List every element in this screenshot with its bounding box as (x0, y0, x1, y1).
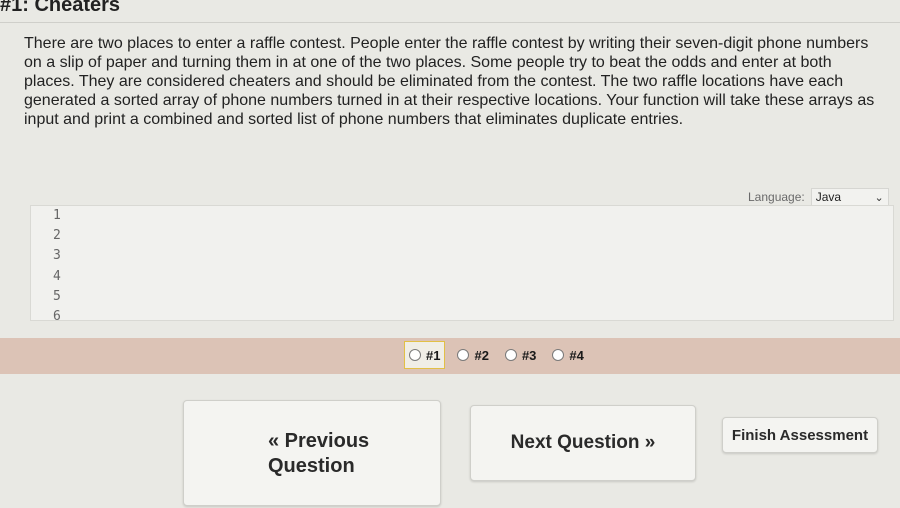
chevron-down-icon: ⌄ (874, 191, 884, 204)
line-number: 2 (53, 228, 61, 244)
radio-icon (409, 349, 421, 361)
language-selector-row: Language: Java ⌄ (748, 188, 889, 206)
radio-icon (504, 349, 517, 361)
question-nav-label: #4 (569, 347, 584, 363)
question-nav-label: #3 (521, 347, 537, 363)
title-divider (0, 22, 900, 23)
line-number: 1 (53, 208, 61, 223)
language-select[interactable]: Java ⌄ (810, 188, 889, 206)
question-nav-label: #2 (474, 347, 489, 363)
question-nav: #1 #2 #3 #4 (404, 341, 588, 369)
finish-assessment-button[interactable]: Finish Assessment (722, 417, 878, 453)
language-select-value: Java (815, 190, 842, 204)
question-nav-item-1[interactable]: #1 (404, 341, 446, 369)
radio-icon (457, 349, 470, 361)
language-label: Language: (748, 190, 805, 204)
line-number: 4 (53, 268, 61, 284)
question-nav-label: #1 (426, 347, 441, 363)
line-number: 6 (53, 308, 61, 324)
question-nav-item-4[interactable]: #4 (548, 342, 587, 368)
code-editor[interactable]: 1 2 3 4 5 6 (30, 205, 894, 324)
previous-question-button[interactable]: « Previous Question (183, 400, 441, 506)
line-number: 5 (53, 288, 61, 304)
line-number: 3 (53, 248, 61, 264)
next-question-button[interactable]: Next Question » (470, 405, 696, 481)
question-nav-item-2[interactable]: #2 (453, 342, 492, 368)
line-number-gutter: 1 2 3 4 5 6 (53, 206, 73, 327)
code-text-area[interactable] (79, 206, 893, 320)
radio-icon (552, 349, 565, 361)
question-prompt: There are two places to enter a raffle c… (24, 35, 875, 128)
question-nav-item-3[interactable]: #3 (501, 342, 540, 368)
question-title: #1: Cheaters (0, 0, 121, 16)
